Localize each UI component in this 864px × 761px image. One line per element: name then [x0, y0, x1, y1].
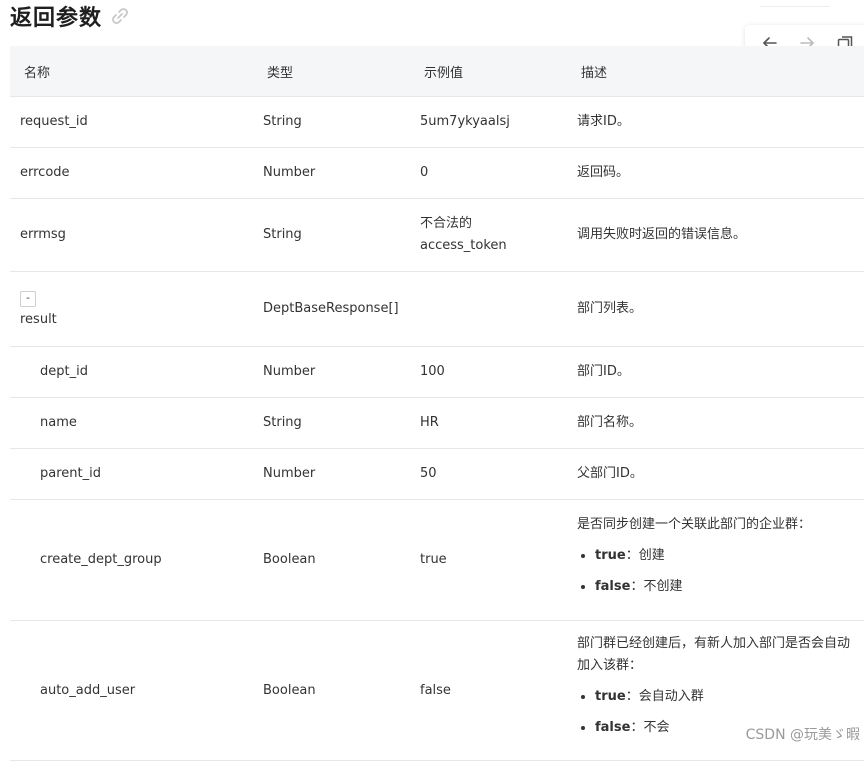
option-item: true：创建 — [595, 545, 854, 567]
param-type: DeptBaseResponse[] — [253, 271, 410, 347]
collapse-toggle-button[interactable]: - — [20, 291, 36, 307]
param-description-cell: 是否同步创建一个关联此部门的企业群： true：创建 false：不创建 — [567, 499, 864, 621]
option-value: ：不会 — [630, 720, 670, 735]
param-description: 部门群已经创建后，有新人加入部门是否会自动加入该群： — [577, 636, 851, 673]
param-description: 调用失败时返回的错误信息。 — [567, 198, 864, 272]
table-row: auto_add_user Boolean false 部门群已经创建后，有新人… — [10, 620, 864, 761]
param-name: errcode — [10, 147, 253, 199]
top-edge-hint — [760, 0, 830, 7]
option-key: false — [595, 578, 631, 594]
table-row: parent_id Number 50 父部门ID。 — [10, 448, 864, 500]
option-key: true — [595, 689, 626, 704]
param-type: Boolean — [253, 620, 410, 761]
header-description: 描述 — [567, 46, 864, 97]
param-example: HR — [410, 397, 567, 449]
table-row: request_id String 5um7ykyaalsj 请求ID。 — [10, 96, 864, 148]
option-list: true：创建 false：不创建 — [577, 545, 854, 598]
table-row: - result DeptBaseResponse[] 部门列表。 — [10, 271, 864, 347]
option-key: false — [595, 720, 631, 735]
example-line: 不合法的 — [420, 216, 473, 231]
table-row: create_dept_group Boolean true 是否同步创建一个关… — [10, 499, 864, 621]
table-row: errmsg String 不合法的 access_token 调用失败时返回的… — [10, 198, 864, 272]
param-description: 请求ID。 — [567, 96, 864, 148]
table-row: name String HR 部门名称。 — [10, 397, 864, 449]
param-description: 部门ID。 — [567, 346, 864, 398]
param-type: String — [253, 96, 410, 148]
param-type: String — [253, 198, 410, 272]
param-example — [410, 271, 567, 347]
table-header-row: 名称 类型 示例值 描述 — [10, 46, 864, 97]
param-description: 父部门ID。 — [567, 448, 864, 500]
option-item: true：会自动入群 — [595, 686, 854, 708]
option-key: true — [595, 547, 626, 563]
param-type: Number — [253, 448, 410, 500]
option-value: ：会自动入群 — [625, 689, 704, 704]
param-description: 是否同步创建一个关联此部门的企业群： — [577, 516, 812, 532]
header-type: 类型 — [253, 46, 410, 97]
return-params-table: 名称 类型 示例值 描述 request_id String 5um7ykyaa… — [10, 46, 864, 761]
link-icon[interactable] — [110, 6, 130, 26]
param-example: true — [410, 499, 567, 621]
option-item: false：不创建 — [595, 576, 854, 598]
option-value: ：不创建 — [630, 578, 683, 594]
param-name: parent_id — [10, 448, 253, 500]
param-example: 不合法的 access_token — [410, 198, 567, 272]
param-name: errmsg — [10, 198, 253, 272]
example-line: access_token — [420, 238, 507, 253]
param-name: result — [20, 312, 57, 327]
param-example: 5um7ykyaalsj — [410, 96, 567, 148]
param-name: dept_id — [10, 346, 253, 398]
param-name: name — [10, 397, 253, 449]
watermark: CSDN @玩美ゞ暇 — [745, 727, 860, 743]
param-example: 0 — [410, 147, 567, 199]
param-description: 部门名称。 — [567, 397, 864, 449]
param-name-cell: - result — [10, 271, 253, 347]
param-description: 返回码。 — [567, 147, 864, 199]
header-example: 示例值 — [410, 46, 567, 97]
header-name: 名称 — [10, 46, 253, 97]
section-header: 返回参数 — [10, 0, 130, 32]
param-example: false — [410, 620, 567, 761]
param-name: create_dept_group — [10, 499, 253, 621]
param-example: 100 — [410, 346, 567, 398]
param-type: Number — [253, 346, 410, 398]
param-name: request_id — [10, 96, 253, 148]
param-type: String — [253, 397, 410, 449]
param-example: 50 — [410, 448, 567, 500]
table-row: errcode Number 0 返回码。 — [10, 147, 864, 199]
option-value: ：创建 — [625, 547, 665, 563]
param-type: Boolean — [253, 499, 410, 621]
param-type: Number — [253, 147, 410, 199]
table-row: dept_id Number 100 部门ID。 — [10, 346, 864, 398]
param-description: 部门列表。 — [567, 271, 864, 347]
page-title: 返回参数 — [10, 6, 103, 31]
param-name: auto_add_user — [10, 620, 253, 761]
